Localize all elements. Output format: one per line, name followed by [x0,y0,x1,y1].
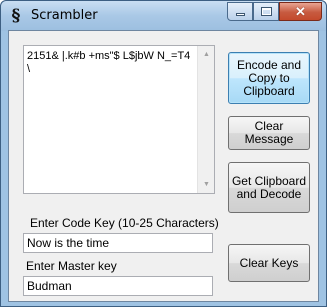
scroll-down-icon[interactable]: ▼ [198,176,215,193]
encode-label-line-2: Copy to [248,70,290,85]
message-text[interactable]: 2151& |.k#b +ms"$ L$jbW N_=T4 \ [27,50,195,76]
code-key-label: Enter Code Key (10-25 Characters) [30,216,219,230]
decode-label-line-1: Get Clipboard [231,173,307,188]
code-key-input[interactable]: Now is the time [23,233,213,253]
encode-copy-button[interactable]: Encode and Copy to Clipboard [228,52,310,104]
encode-label-line-1: Encode and [236,57,302,72]
clear-message-button[interactable]: Clear Message [228,116,310,150]
clear-keys-label: Clear Keys [239,255,299,270]
encode-label-line-3: Clipboard [243,83,295,98]
window-title: Scrambler [31,8,98,23]
app-window: § Scrambler ✕ 2151& |.k#b +ms"$ L$jbW N_… [0,0,327,307]
clear-message-label-line-2: Message [244,132,294,146]
master-key-label: Enter Master key [26,259,117,273]
maximize-button[interactable] [253,2,279,21]
app-icon[interactable]: § [9,6,23,26]
decode-label-line-2: and Decode [236,186,302,201]
minimize-button[interactable] [227,2,253,21]
message-textarea[interactable]: 2151& |.k#b +ms"$ L$jbW N_=T4 \ ▲ ▼ [23,45,215,194]
close-button[interactable]: ✕ [279,2,322,21]
get-clipboard-decode-button[interactable]: Get Clipboard and Decode [228,162,310,213]
clear-keys-button[interactable]: Clear Keys [228,244,310,282]
message-scrollbar[interactable]: ▲ ▼ [197,46,214,193]
title-bar[interactable]: § Scrambler ✕ [1,1,326,31]
close-icon: ✕ [295,4,306,19]
master-key-input[interactable]: Budman [23,276,213,296]
minimize-icon [236,13,245,16]
scroll-up-icon[interactable]: ▲ [198,46,215,63]
client-area: 2151& |.k#b +ms"$ L$jbW N_=T4 \ ▲ ▼ Enco… [8,30,319,302]
maximize-icon [261,7,272,16]
